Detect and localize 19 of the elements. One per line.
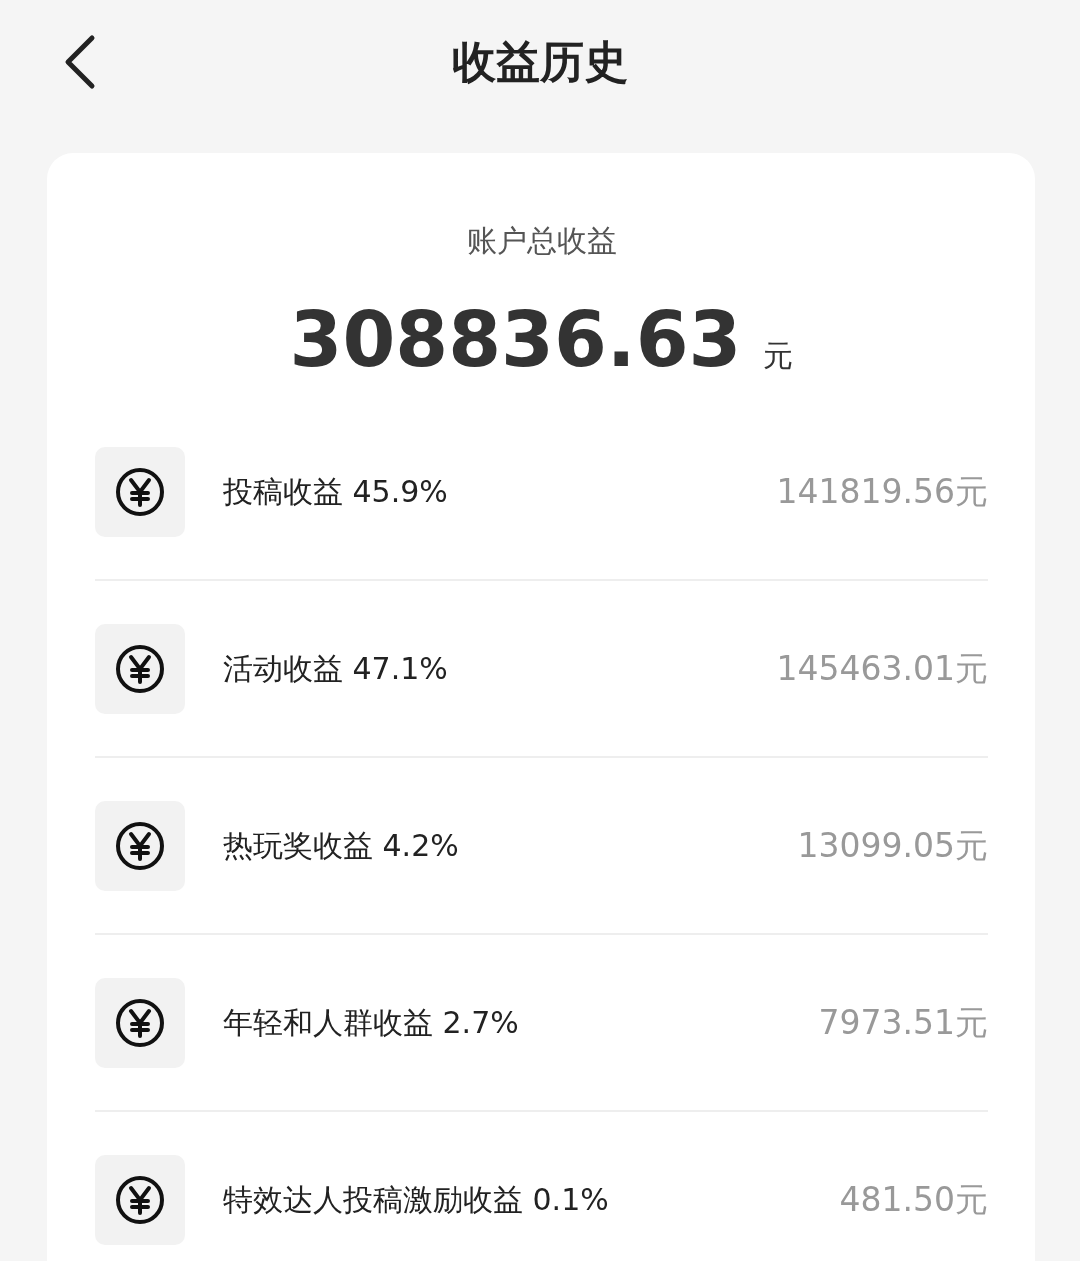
- yuan-coin-icon: [115, 997, 165, 1048]
- currency-unit: 元: [763, 337, 794, 375]
- income-amount: 7973.51元: [818, 1001, 988, 1044]
- total-amount: 308836.63: [289, 295, 742, 385]
- page-title: 收益历史: [452, 35, 628, 84]
- yuan-coin-icon: [115, 820, 165, 871]
- income-label: 投稿收益 45.9%: [223, 473, 448, 511]
- income-amount: 145463.01元: [776, 647, 988, 690]
- income-amount: 141819.56元: [776, 470, 988, 513]
- yuan-coin-icon: [115, 1174, 165, 1225]
- yuan-coin-icon: [115, 643, 165, 694]
- income-label: 热玩奖收益 4.2%: [223, 827, 459, 865]
- income-label: 特效达人投稿激励收益 0.1%: [223, 1181, 609, 1219]
- income-amount: 481.50元: [839, 1178, 988, 1221]
- yuan-coin-icon: [115, 466, 165, 517]
- income-amount: 13099.05元: [797, 824, 988, 867]
- summary-label: 账户总收益: [466, 223, 617, 258]
- income-label: 活动收益 47.1%: [223, 650, 448, 688]
- income-label: 年轻和人群收益 2.7%: [223, 1004, 519, 1042]
